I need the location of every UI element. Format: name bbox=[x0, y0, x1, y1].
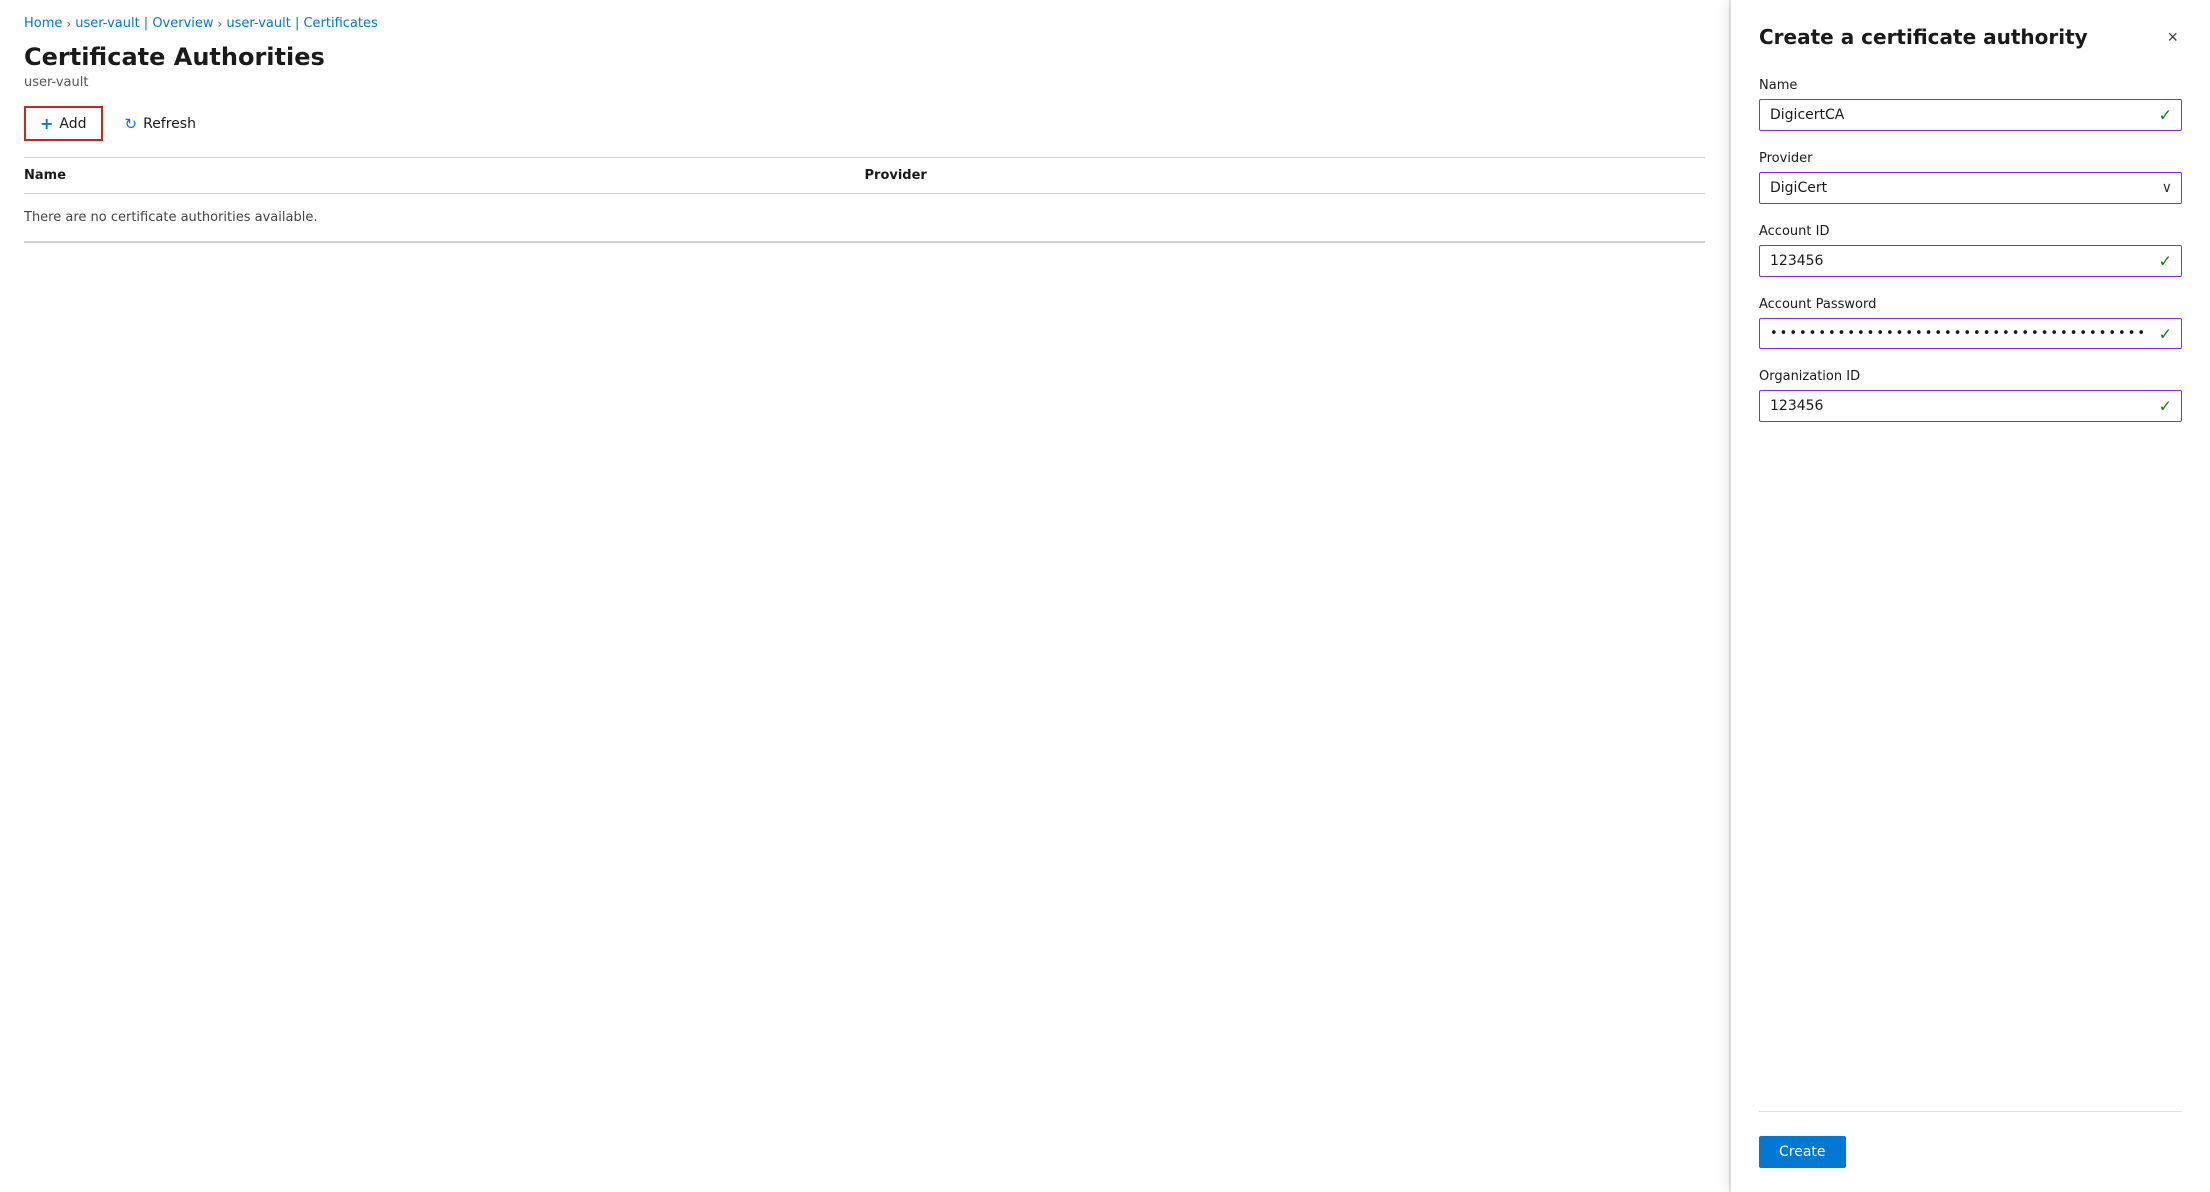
account-password-input-wrapper: ✓ bbox=[1759, 318, 2182, 349]
breadcrumb-certificates[interactable]: user-vault | Certificates bbox=[226, 16, 377, 31]
refresh-button[interactable]: ↻ Refresh bbox=[111, 109, 210, 139]
breadcrumb-home[interactable]: Home bbox=[24, 16, 62, 31]
certificate-table: Name Provider There are no certificate a… bbox=[24, 157, 1705, 243]
name-field-group: Name ✓ bbox=[1759, 78, 2182, 131]
breadcrumb-sep-2: › bbox=[218, 17, 223, 31]
organization-id-field-group: Organization ID ✓ bbox=[1759, 369, 2182, 422]
toolbar: + Add ↻ Refresh bbox=[24, 106, 1705, 149]
provider-select-wrapper: DigiCert GlobalSign ∨ bbox=[1759, 172, 2182, 204]
breadcrumb: Home › user-vault | Overview › user-vaul… bbox=[24, 16, 1705, 31]
account-id-input-wrapper: ✓ bbox=[1759, 245, 2182, 277]
account-password-check-icon: ✓ bbox=[2159, 324, 2172, 343]
main-content: Home › user-vault | Overview › user-vaul… bbox=[0, 0, 1730, 1192]
panel-title: Create a certificate authority bbox=[1759, 25, 2088, 49]
panel-footer: Create bbox=[1759, 1111, 2182, 1168]
provider-field-group: Provider DigiCert GlobalSign ∨ bbox=[1759, 151, 2182, 204]
account-id-label: Account ID bbox=[1759, 224, 2182, 239]
refresh-button-label: Refresh bbox=[143, 116, 196, 132]
create-ca-panel: Create a certificate authority × Name ✓ … bbox=[1730, 0, 2210, 1192]
add-button[interactable]: + Add bbox=[24, 106, 103, 141]
account-password-label: Account Password bbox=[1759, 297, 2182, 312]
provider-select[interactable]: DigiCert GlobalSign bbox=[1759, 172, 2182, 204]
table-empty-message: There are no certificate authorities ava… bbox=[24, 194, 1705, 242]
provider-label: Provider bbox=[1759, 151, 2182, 166]
name-input-wrapper: ✓ bbox=[1759, 99, 2182, 131]
page-subtitle: user-vault bbox=[24, 75, 1705, 90]
name-check-icon: ✓ bbox=[2159, 106, 2172, 125]
account-id-input[interactable] bbox=[1759, 245, 2182, 277]
account-id-check-icon: ✓ bbox=[2159, 252, 2172, 271]
column-header-provider: Provider bbox=[865, 168, 1706, 183]
account-password-input[interactable] bbox=[1759, 318, 2182, 349]
close-panel-button[interactable]: × bbox=[2163, 24, 2182, 50]
panel-header: Create a certificate authority × bbox=[1759, 24, 2182, 50]
organization-id-input-wrapper: ✓ bbox=[1759, 390, 2182, 422]
page-title: Certificate Authorities bbox=[24, 43, 1705, 71]
organization-id-label: Organization ID bbox=[1759, 369, 2182, 384]
column-header-name: Name bbox=[24, 168, 865, 183]
create-button[interactable]: Create bbox=[1759, 1136, 1846, 1168]
table-header: Name Provider bbox=[24, 158, 1705, 194]
name-label: Name bbox=[1759, 78, 2182, 93]
organization-id-check-icon: ✓ bbox=[2159, 397, 2172, 416]
name-input[interactable] bbox=[1759, 99, 2182, 131]
organization-id-input[interactable] bbox=[1759, 390, 2182, 422]
account-id-field-group: Account ID ✓ bbox=[1759, 224, 2182, 277]
breadcrumb-overview[interactable]: user-vault | Overview bbox=[75, 16, 213, 31]
add-button-label: Add bbox=[59, 116, 86, 132]
breadcrumb-sep-1: › bbox=[66, 17, 71, 31]
account-password-field-group: Account Password ✓ bbox=[1759, 297, 2182, 349]
refresh-icon: ↻ bbox=[125, 115, 138, 133]
plus-icon: + bbox=[40, 114, 53, 133]
